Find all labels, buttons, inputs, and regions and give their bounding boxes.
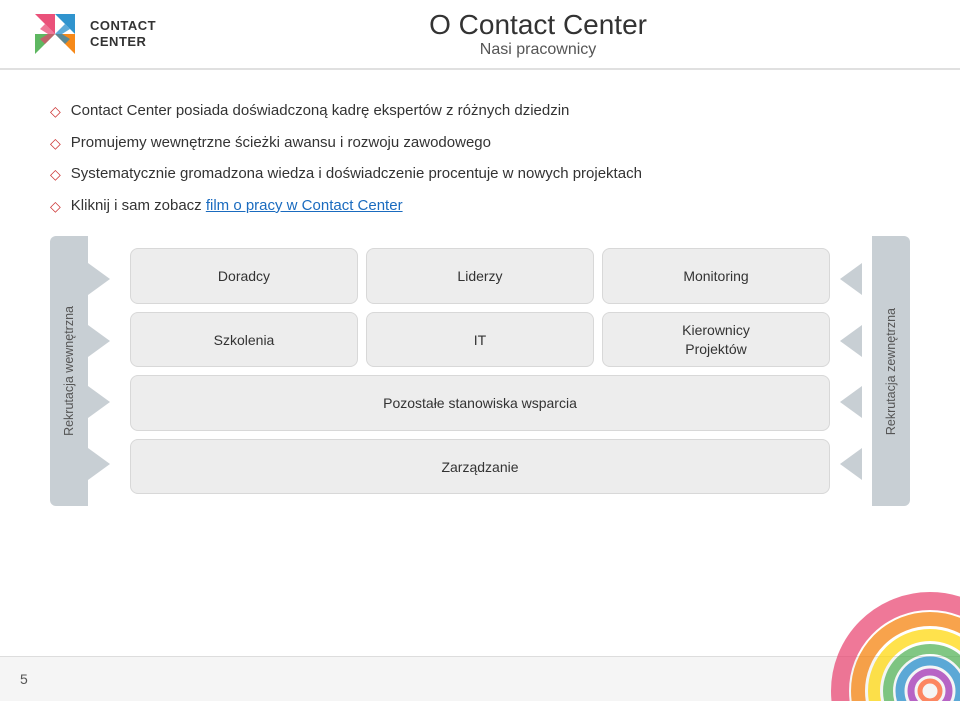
cells-row-1: Doradcy Liderzy Monitoring [130,248,830,304]
cell-zarzadzanie: Zarządzanie [130,439,830,495]
logo-area: CONTACT CENTER [30,9,156,59]
arrow-right-4 [88,448,110,480]
header: CONTACT CENTER O Contact Center Nasi pra… [0,0,960,70]
cells-area: Doradcy Liderzy Monitoring Szkolenia IT [120,236,840,506]
banner-left-label: Rekrutacja wewnętrzna [62,306,76,436]
bullet-text-2: Promujemy wewnętrzne ścieżki awansu i ro… [71,132,491,153]
arrow-left-4 [840,448,862,480]
arrow-right-3 [88,386,110,418]
cells-row-3: Pozostałe stanowiska wsparcia [130,375,830,431]
list-item: ◇ Contact Center posiada doświadczoną ka… [50,100,910,122]
arrows-right-col [840,236,872,506]
banner-left: Rekrutacja wewnętrzna [50,236,88,506]
cell-szkolenia: Szkolenia [130,312,358,368]
film-link[interactable]: film o pracy w Contact Center [206,197,403,214]
bullet-text-3: Systematycznie gromadzona wiedza i doświ… [71,163,642,184]
diagram-wrapper: Rekrutacja wewnętrzna Doradcy Liderzy Mo… [50,236,910,506]
arrow-right-1 [88,263,110,295]
header-title-sub: Nasi pracownicy [156,41,920,59]
arrow-right-2 [88,325,110,357]
bullet-text-1: Contact Center posiada doświadczoną kadr… [71,100,570,121]
cell-liderzy: Liderzy [366,248,594,304]
cell-monitoring: Monitoring [602,248,830,304]
bullet-icon-1: ◇ [50,102,61,122]
main-content: ◇ Contact Center posiada doświadczoną ka… [0,70,960,526]
arrow-left-2 [840,325,862,357]
logo-icon [30,9,80,59]
logo-text: CONTACT CENTER [90,18,156,49]
bullet-icon-4: ◇ [50,197,61,217]
cell-kierownicy: Kierownicy Projektów [602,312,830,368]
banner-right-label: Rekrutacja zewnętrzna [884,308,898,435]
cells-row-2: Szkolenia IT Kierownicy Projektów [130,312,830,368]
bullet-list: ◇ Contact Center posiada doświadczoną ka… [50,100,910,216]
decorative-circles [800,561,960,701]
arrows-left-col [88,236,120,506]
bullet-text-4: Kliknij i sam zobacz film o pracy w Cont… [71,195,403,216]
cells-row-4: Zarządzanie [130,439,830,495]
arrow-left-1 [840,263,862,295]
list-item: ◇ Systematycznie gromadzona wiedza i doś… [50,163,910,185]
cell-it: IT [366,312,594,368]
cell-doradcy: Doradcy [130,248,358,304]
decorative-svg [800,561,960,701]
page-number: 5 [20,671,28,687]
bullet-icon-3: ◇ [50,165,61,185]
bullet-icon-2: ◇ [50,134,61,154]
header-title-main: O Contact Center [156,9,920,41]
list-item: ◇ Promujemy wewnętrzne ścieżki awansu i … [50,132,910,154]
list-item: ◇ Kliknij i sam zobacz film o pracy w Co… [50,195,910,217]
header-title: O Contact Center Nasi pracownicy [156,9,920,59]
arrow-left-3 [840,386,862,418]
banner-right: Rekrutacja zewnętrzna [872,236,910,506]
cell-pozostale: Pozostałe stanowiska wsparcia [130,375,830,431]
